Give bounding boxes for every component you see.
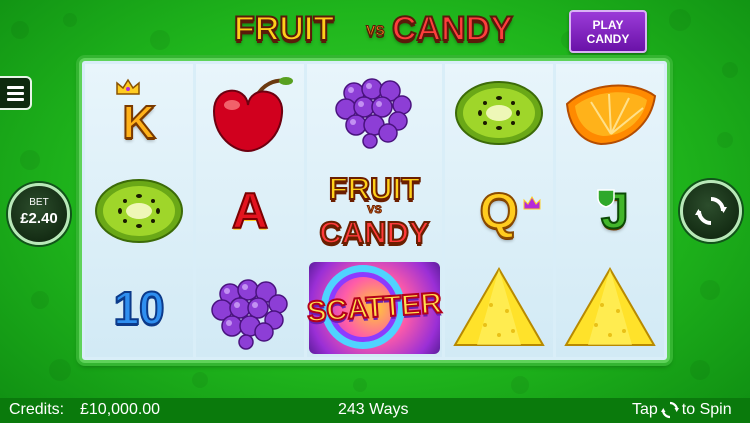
symbol-grapes (307, 64, 442, 162)
queen-letter: Q (478, 182, 519, 239)
bet-button[interactable]: BET £2.40 (8, 183, 70, 245)
tap-label: Tap (632, 401, 658, 418)
reel-2: A (196, 64, 305, 357)
bottom-bar: Credits: £10,000.00 243 Ways Tap to Spin (0, 398, 750, 423)
reel-area: K 10 A FRUIT VS CANDY SCATTER Q J (79, 58, 670, 363)
reel-5: J (555, 64, 664, 357)
game-logo: FRUIT VS CANDY (230, 6, 530, 54)
orange-icon (565, 84, 657, 145)
reel-4: Q (444, 64, 553, 357)
reel-3: FRUIT VS CANDY SCATTER (305, 64, 444, 357)
grapes-icon (211, 279, 288, 350)
crown-icon (523, 195, 541, 210)
symbol-jack: J (556, 162, 664, 260)
symbol-kiwi (85, 162, 193, 260)
symbol-grapes (196, 259, 304, 357)
symbol-king: K (85, 64, 193, 162)
ace-letter: A (231, 182, 269, 239)
play-candy-line1: PLAY (592, 17, 624, 32)
pineapple-icon (564, 267, 656, 347)
tap-to-spin-hint: Tap to Spin (632, 401, 732, 419)
spin-small-icon (660, 401, 679, 419)
play-candy-button[interactable]: PLAY CANDY (569, 10, 647, 53)
symbol-wild-logo: FRUIT VS CANDY (307, 162, 442, 260)
grapes-icon (335, 78, 413, 149)
kiwi-icon (95, 178, 184, 243)
shield-icon (597, 188, 615, 208)
bet-value: £2.40 (20, 210, 58, 227)
symbol-pineapple (556, 259, 664, 357)
spin-button[interactable] (680, 180, 742, 242)
logo-vs-text: VS (366, 22, 386, 39)
spin-icon (695, 197, 727, 225)
to-spin-label: to Spin (681, 401, 732, 418)
symbol-pineapple (445, 259, 553, 357)
wild-fruit-text: FRUIT (328, 171, 421, 206)
logo-fruit-text: FRUIT (233, 9, 335, 49)
crown-icon (116, 78, 140, 95)
pineapple-icon (453, 267, 545, 347)
kiwi-icon (454, 80, 543, 145)
symbol-queen: Q (445, 162, 553, 260)
credits-label: Credits: (9, 401, 65, 418)
bet-label: BET (29, 197, 49, 208)
logo-candy-text: CANDY (391, 9, 514, 49)
ways-count: 243 Ways (338, 401, 409, 418)
symbol-scatter: SCATTER (305, 259, 444, 357)
wild-candy-text: CANDY (318, 215, 430, 250)
symbol-cherry (196, 64, 304, 162)
reel-1: K 10 (85, 64, 194, 357)
symbol-kiwi (445, 64, 553, 162)
symbol-ten: 10 (85, 259, 193, 357)
cherry-icon (213, 76, 294, 152)
king-letter: K (121, 95, 156, 148)
menu-button[interactable] (0, 76, 32, 110)
symbol-orange (556, 64, 664, 162)
ten-text: 10 (112, 282, 165, 335)
credits-value: £10,000.00 (80, 401, 161, 418)
symbol-ace: A (196, 162, 304, 260)
play-candy-line2: CANDY (586, 31, 630, 46)
